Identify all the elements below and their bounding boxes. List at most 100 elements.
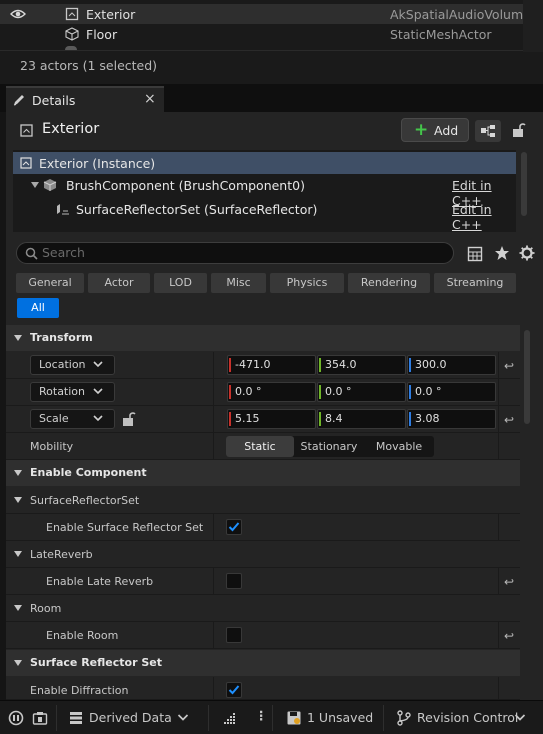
group-label: SurfaceReflectorSet	[30, 494, 140, 507]
chevron-down-icon	[93, 415, 103, 422]
filter-actor[interactable]: Actor	[88, 273, 150, 293]
filter-rendering[interactable]: Rendering	[348, 273, 430, 293]
dropdown-label: Scale	[39, 412, 69, 425]
edit-in-cpp-link[interactable]: Edit in C++	[452, 202, 516, 232]
filter-misc[interactable]: Misc	[211, 273, 266, 293]
star-icon[interactable]	[494, 245, 510, 261]
camera-icon[interactable]	[32, 710, 48, 726]
unsaved-button[interactable]: 1 Unsaved	[307, 710, 373, 725]
dropdown-label: Location	[39, 358, 86, 371]
column-divider	[213, 433, 214, 459]
outliner-actor-type: StaticMeshActor	[390, 27, 492, 42]
section-enable-component[interactable]: Enable Component	[6, 460, 520, 486]
section-surface-reflector-set[interactable]: Surface Reflector Set	[6, 650, 520, 676]
outliner-panel: Exterior AkSpatialAudioVolume Floor Stat…	[0, 0, 543, 84]
filter-physics[interactable]: Physics	[270, 273, 344, 293]
tree-row-brush[interactable]: BrushComponent (BrushComponent0) Edit in…	[13, 174, 516, 208]
chevron-down-icon	[93, 388, 103, 395]
enable-diffraction-checkbox[interactable]	[226, 682, 242, 698]
blueprint-button[interactable]	[475, 120, 501, 142]
location-y-field[interactable]: 354.0	[317, 355, 406, 375]
lock-icon[interactable]	[512, 122, 526, 138]
section-transform[interactable]: Transform	[6, 325, 520, 351]
search-input[interactable]: Search	[16, 242, 454, 264]
reset-arrow-icon[interactable]: ↩	[504, 575, 514, 589]
outliner-row-exterior[interactable]: Exterior AkSpatialAudioVolume	[0, 4, 531, 24]
location-z-field[interactable]: 300.0	[407, 355, 496, 375]
actor-name-field[interactable]: Exterior	[42, 121, 99, 137]
z-axis-marker	[409, 412, 411, 426]
chevron-down-icon[interactable]	[177, 713, 189, 722]
column-divider	[498, 352, 499, 378]
mobility-static[interactable]: Static	[226, 436, 294, 457]
trace-icon[interactable]	[222, 710, 238, 726]
outliner-row-floor[interactable]: Floor StaticMeshActor	[0, 24, 523, 44]
collapse-caret-icon[interactable]	[14, 660, 22, 666]
section-title: Transform	[30, 331, 93, 344]
outliner-actor-name: Exterior	[86, 7, 136, 22]
group-room[interactable]: Room	[6, 595, 520, 622]
rotation-dropdown[interactable]: Rotation	[30, 382, 115, 402]
add-component-button[interactable]: + Add	[401, 118, 469, 142]
enable-late-reverb-checkbox[interactable]	[226, 573, 242, 589]
eye-icon[interactable]	[10, 8, 26, 20]
y-axis-marker	[319, 412, 321, 426]
volume-icon	[65, 7, 79, 21]
tree-row-surface-reflector[interactable]: SurfaceReflectorSet (SurfaceReflector) E…	[13, 198, 516, 232]
branch-icon	[397, 710, 411, 726]
enable-room-checkbox[interactable]	[226, 627, 242, 643]
collapse-caret-icon[interactable]	[14, 335, 22, 341]
reset-arrow-icon[interactable]: ↩	[504, 629, 514, 643]
tab-details[interactable]: Details ×	[6, 86, 164, 114]
scale-y-field[interactable]: 8.4	[317, 409, 406, 429]
close-icon[interactable]: ×	[144, 91, 156, 107]
property-matrix-icon[interactable]	[467, 246, 483, 262]
tree-row-instance[interactable]: Exterior (Instance)	[13, 152, 516, 174]
filter-lod[interactable]: LOD	[154, 273, 207, 293]
rotation-z-field[interactable]: 0.0 °	[407, 382, 496, 402]
filter-all[interactable]: All	[17, 298, 59, 318]
property-label: Enable Diffraction	[30, 684, 129, 697]
group-late-reverb[interactable]: LateReverb	[6, 541, 520, 568]
rotation-y-field[interactable]: 0.0 °	[317, 382, 406, 402]
outliner-scrollbar[interactable]	[523, 0, 543, 52]
volume-icon	[20, 157, 32, 169]
value: 0.0 °	[235, 385, 262, 398]
value: 300.0	[415, 358, 447, 371]
scale-dropdown[interactable]: Scale	[30, 409, 115, 429]
collapse-caret-icon[interactable]	[14, 605, 22, 611]
group-label: LateReverb	[30, 548, 93, 561]
group-surface-reflector-set[interactable]: SurfaceReflectorSet	[6, 487, 520, 514]
unlock-icon[interactable]	[122, 411, 136, 427]
scale-x-field[interactable]: 5.15	[227, 409, 316, 429]
derived-data-button[interactable]: Derived Data	[89, 710, 172, 725]
collapse-caret-icon[interactable]	[31, 182, 39, 188]
details-scrollbar[interactable]	[524, 330, 530, 424]
mobility-stationary[interactable]: Stationary	[294, 436, 364, 457]
column-divider	[213, 677, 214, 699]
column-divider	[213, 379, 214, 405]
rotation-x-field[interactable]: 0.0 °	[227, 382, 316, 402]
reset-arrow-icon[interactable]: ↩	[504, 359, 514, 373]
collapse-caret-icon[interactable]	[14, 470, 22, 476]
chevron-down-icon[interactable]	[514, 713, 526, 722]
checkmark-icon	[228, 685, 240, 695]
collapse-caret-icon[interactable]	[14, 497, 22, 503]
location-x-field[interactable]: -471.0	[227, 355, 316, 375]
value: 0.0 °	[415, 385, 442, 398]
gear-icon[interactable]	[519, 245, 535, 261]
mobility-movable[interactable]: Movable	[364, 436, 434, 457]
scale-z-field[interactable]: 3.08	[407, 409, 496, 429]
filter-streaming[interactable]: Streaming	[434, 273, 516, 293]
more-options-icon[interactable]: ⋮	[255, 708, 268, 723]
filter-general[interactable]: General	[16, 273, 84, 293]
plus-icon: +	[414, 120, 429, 140]
revision-control-button[interactable]: Revision Control	[417, 710, 518, 725]
column-divider	[498, 677, 499, 699]
reset-arrow-icon[interactable]: ↩	[504, 413, 514, 427]
location-dropdown[interactable]: Location	[30, 355, 115, 375]
tree-scrollbar[interactable]	[521, 152, 527, 216]
collapse-caret-icon[interactable]	[14, 551, 22, 557]
enable-surface-reflector-set-checkbox[interactable]	[226, 519, 242, 535]
source-control-status-icon[interactable]	[8, 710, 24, 726]
